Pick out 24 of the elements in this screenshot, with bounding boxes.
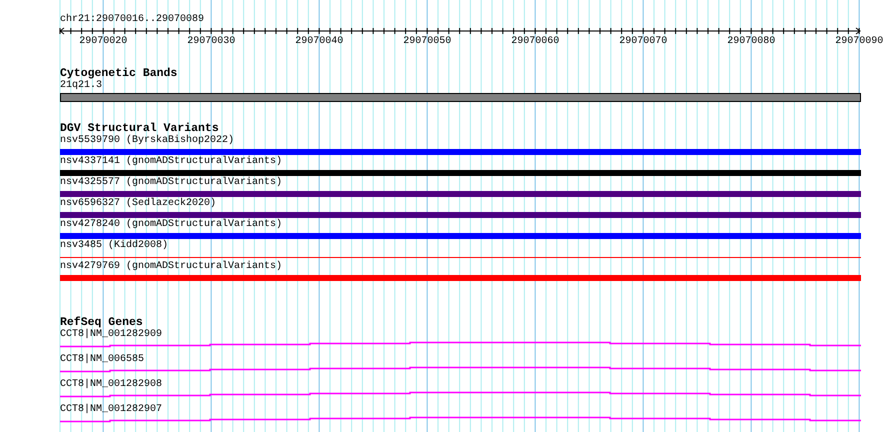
tick-label: 29070090: [835, 36, 884, 47]
band-label: 21q21.3: [60, 80, 102, 92]
location-label: chr21:29070016..29070089: [60, 14, 204, 26]
tick-label: 29070020: [79, 36, 128, 47]
gene-label: CCT8|NM_006585: [60, 354, 144, 366]
track-title: RefSeq Genes: [60, 317, 143, 329]
feature-label: nsv3485 (Kidd2008): [60, 240, 168, 252]
gene-label: CCT8|NM_001282907: [60, 404, 162, 416]
tick-label: 29070060: [511, 36, 560, 47]
tick-label: 29070030: [187, 36, 236, 47]
feature-label: nsv5539790 (ByrskaBishop2022): [60, 135, 234, 147]
tick-label: 29070040: [295, 36, 344, 47]
gene-label: CCT8|NM_001282909: [60, 329, 162, 341]
feature-label: nsv6596327 (Sedlazeck2020): [60, 198, 216, 210]
gene-label: CCT8|NM_001282908: [60, 379, 162, 391]
feature-label: nsv4337141 (gnomADStructuralVariants): [60, 156, 282, 168]
track-title: Cytogenetic Bands: [60, 68, 178, 80]
feature-label: nsv4279769 (gnomADStructuralVariants): [60, 261, 282, 273]
track-title: DGV Structural Variants: [60, 123, 219, 135]
tick-label: 29070070: [619, 36, 668, 47]
feature-label: nsv4325577 (gnomADStructuralVariants): [60, 177, 282, 189]
tick-label: 29070080: [727, 36, 776, 47]
tick-label: 29070050: [403, 36, 452, 47]
feature-label: nsv4278240 (gnomADStructuralVariants): [60, 219, 282, 231]
